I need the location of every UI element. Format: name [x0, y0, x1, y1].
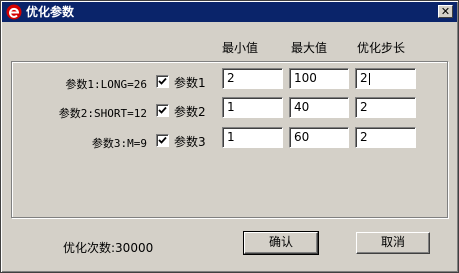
param-1-min-input[interactable]: 2 — [222, 68, 283, 89]
param-2-checkbox-label[interactable]: 参数2 — [174, 103, 206, 120]
param-3-min-input[interactable]: 1 — [222, 127, 283, 148]
column-header-min: 最小值 — [222, 41, 259, 55]
column-header-max: 最大值 — [291, 41, 328, 55]
param-1-step-input[interactable]: 2 — [355, 68, 416, 89]
close-icon: ✕ — [440, 5, 451, 18]
param-2-checkbox[interactable] — [156, 104, 169, 117]
window-title: 优化参数 — [26, 5, 75, 19]
column-header-step: 优化步长 — [357, 41, 406, 55]
param-1-max-input[interactable]: 100 — [289, 68, 349, 89]
param-3-max-input[interactable]: 60 — [289, 127, 349, 148]
param-1-checkbox-label[interactable]: 参数1 — [174, 74, 206, 91]
param-3-step-input[interactable]: 2 — [355, 127, 416, 148]
checkmark-icon — [158, 136, 167, 144]
confirm-button[interactable]: 确认 — [243, 231, 319, 255]
param-2-min-input[interactable]: 1 — [222, 97, 283, 118]
close-button[interactable]: ✕ — [438, 5, 453, 18]
param-3-checkbox[interactable] — [156, 134, 169, 147]
optimize-params-dialog: 优化参数 ✕ 最小值 最大值 优化步长 参数1:LONG=26 参数1 2 10… — [0, 0, 459, 273]
param-2-max-input[interactable]: 40 — [289, 97, 349, 118]
param-1-label: 参数1:LONG=26 — [65, 78, 147, 91]
optimization-count: 优化次数:30000 — [63, 241, 154, 255]
title-bar[interactable]: 优化参数 ✕ — [2, 2, 457, 22]
checkmark-icon — [158, 106, 167, 114]
param-2-label: 参数2:SHORT=12 — [58, 107, 147, 120]
param-2-step-input[interactable]: 2 — [355, 97, 416, 118]
checkmark-icon — [158, 77, 167, 85]
app-logo-icon — [6, 4, 22, 20]
param-3-label: 参数3:M=9 — [91, 137, 147, 150]
cancel-button[interactable]: 取消 — [356, 232, 430, 254]
param-3-checkbox-label[interactable]: 参数3 — [174, 133, 206, 150]
param-1-checkbox[interactable] — [156, 75, 169, 88]
